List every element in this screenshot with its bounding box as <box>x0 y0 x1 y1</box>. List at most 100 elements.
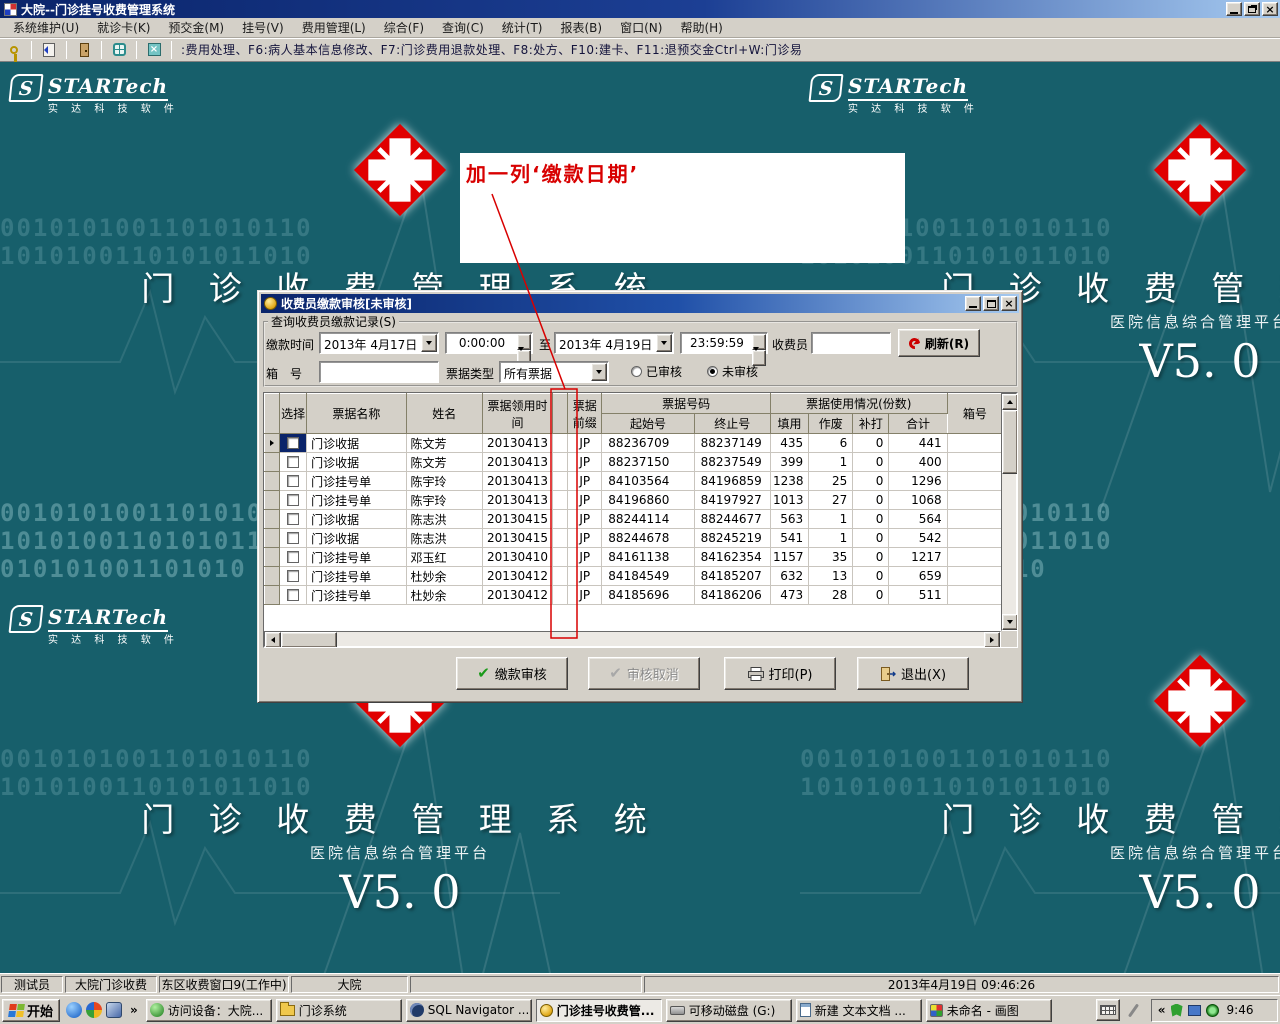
taskbar-task-notepad[interactable]: 新建 文本文档 ... <box>795 998 922 1022</box>
horizontal-scroll-thumb[interactable] <box>281 632 337 647</box>
exit-toolbar-button[interactable] <box>72 40 96 60</box>
table-row[interactable]: 门诊挂号单 陈宇玲 20130413 JP 84103564 84196859 1238 25… <box>264 471 1004 491</box>
ticket-type-combobox[interactable]: 所有票据 <box>499 361 609 383</box>
row-checkbox[interactable] <box>287 456 300 468</box>
row-checkbox[interactable] <box>287 475 300 487</box>
table-row[interactable]: 门诊挂号单 杜妙余 20130412 JP 84184549 84185207 632 13 0… <box>264 566 1004 586</box>
tray-chevron[interactable]: « <box>1158 1003 1166 1017</box>
tray-network-icon[interactable] <box>1187 1004 1201 1016</box>
vertical-scroll-thumb[interactable] <box>1002 410 1017 474</box>
menu-item-11[interactable]: 帮助(H) <box>671 17 731 38</box>
menu-item-3[interactable]: 预交金(M) <box>159 17 233 38</box>
dialog-close-button[interactable]: × <box>1001 296 1017 311</box>
time-from-spinner[interactable]: 0:00:00 <box>445 332 533 366</box>
tray-shield-icon[interactable] <box>1170 1003 1183 1017</box>
menu-item-1[interactable]: 系统维护(U) <box>4 17 88 38</box>
row-checkbox[interactable] <box>287 551 300 563</box>
column-header-total[interactable]: 合计 <box>888 413 948 434</box>
table-row[interactable]: 门诊收据 陈文芳 20130413 JP 88236709 88237149 435 6 0 44… <box>264 433 1004 453</box>
column-header-select[interactable]: 选择 <box>279 393 308 434</box>
table-row[interactable]: 门诊挂号单 陈宇玲 20130413 JP 84196860 84197927 1013 27… <box>264 490 1004 510</box>
radio-unreviewed[interactable]: 未审核 <box>707 363 758 380</box>
column-header-reprint[interactable]: 补打 <box>852 413 890 434</box>
menu-item-9[interactable]: 报表(B) <box>551 17 611 38</box>
row-checkbox[interactable] <box>287 589 300 601</box>
window-titlebar[interactable]: 大院--门诊挂号收费管理系统 × <box>0 0 1280 18</box>
dialog-titlebar[interactable]: 收费员缴款审核[未审核] × <box>261 294 1019 313</box>
column-header-person[interactable]: 姓名 <box>405 393 483 434</box>
audit-button[interactable]: ✔ 缴款审核 <box>456 657 568 690</box>
date-to-combobox[interactable]: 2013年 4月19日 <box>554 332 674 354</box>
column-header-voided[interactable]: 作废 <box>808 413 854 434</box>
taskbar-task-paint[interactable]: 未命名 - 画图 <box>925 998 1052 1022</box>
table-row[interactable]: 门诊收据 陈文芳 20130413 JP 88237150 88237549 399 1 0 40… <box>264 452 1004 472</box>
taskbar-task-fee-app[interactable]: 门诊挂号收费管... <box>535 998 662 1022</box>
scroll-right-icon[interactable] <box>984 632 1000 647</box>
row-checkbox[interactable] <box>287 494 300 506</box>
column-header-box[interactable]: 箱号 <box>946 393 1004 434</box>
radio-reviewed[interactable]: 已审核 <box>631 363 682 380</box>
box-number-input[interactable] <box>319 361 439 383</box>
row-checkbox[interactable] <box>287 437 300 449</box>
horizontal-scrollbar[interactable] <box>264 631 1001 647</box>
window-toolbar-button[interactable] <box>107 40 131 60</box>
pen-icon[interactable] <box>1127 1002 1139 1018</box>
exit-button[interactable]: 退出(X) <box>857 657 969 690</box>
minimize-button[interactable] <box>1226 2 1242 16</box>
table-row[interactable]: 门诊挂号单 杜妙余 20130412 JP 84185696 84186206 473 28 0… <box>264 585 1004 605</box>
dialog-minimize-button[interactable] <box>965 296 981 311</box>
table-row[interactable]: 门诊挂号单 邓玉红 20130410 JP 84161138 84162354 1157 35… <box>264 547 1004 567</box>
close-toolbar-button[interactable]: × <box>142 40 166 60</box>
dialog-maximize-button[interactable] <box>983 296 999 311</box>
vertical-scrollbar[interactable] <box>1001 393 1017 631</box>
column-header-end[interactable]: 终止号 <box>693 413 771 434</box>
refresh-button[interactable]: 刷新(R) <box>898 329 980 357</box>
row-checkbox[interactable] <box>287 513 300 525</box>
grid-cell: 门诊挂号单 <box>306 547 407 567</box>
menu-item-10[interactable]: 窗口(N) <box>611 17 671 38</box>
column-header-empty[interactable] <box>552 393 569 434</box>
media-player-icon[interactable] <box>86 1002 102 1018</box>
menu-item-8[interactable]: 统计(T) <box>493 17 552 38</box>
table-row[interactable]: 门诊收据 陈志洪 20130415 JP 88244678 88245219 541 1 0 54… <box>264 528 1004 548</box>
scroll-down-icon[interactable] <box>1002 614 1017 630</box>
clipboard-toolbar-button[interactable] <box>37 40 61 60</box>
column-group-number[interactable]: 票据号码 <box>601 393 771 414</box>
messenger-icon[interactable] <box>66 1002 82 1018</box>
menu-item-7[interactable]: 查询(C) <box>433 17 493 38</box>
keyboard-button[interactable] <box>1095 999 1120 1021</box>
column-header-name[interactable]: 票据名称 <box>306 393 407 434</box>
key-toolbar-button[interactable] <box>2 40 26 62</box>
column-group-usage[interactable]: 票据使用情况(份数) <box>769 393 948 414</box>
menu-item-5[interactable]: 费用管理(L) <box>293 17 375 38</box>
row-checkbox[interactable] <box>287 570 300 582</box>
close-button[interactable]: × <box>1262 2 1278 16</box>
restore-button[interactable] <box>1244 2 1260 16</box>
time-to-spinner[interactable]: 23:59:59 <box>680 332 768 366</box>
taskbar-task-folder[interactable]: 门诊系统 <box>275 998 402 1022</box>
column-header-prefix[interactable]: 票据前缀 <box>567 393 603 434</box>
chevron-down-icon[interactable] <box>591 363 607 381</box>
scroll-left-icon[interactable] <box>265 632 281 647</box>
table-row[interactable]: 门诊收据 陈志洪 20130415 JP 88244114 88244677 563 1 0 56… <box>264 509 1004 529</box>
start-button[interactable]: 开始 <box>2 998 60 1022</box>
column-header-issue-time[interactable]: 票据领用时间 <box>481 393 554 434</box>
menu-item-2[interactable]: 就诊卡(K) <box>88 17 159 38</box>
cashier-input[interactable] <box>811 332 891 354</box>
taskbar-task-device-access[interactable]: 访问设备：大院... <box>145 998 272 1022</box>
taskbar-task-removable-disk[interactable]: 可移动磁盘 (G:) <box>665 998 792 1022</box>
taskbar-task-sql-navigator[interactable]: SQL Navigator ... <box>405 998 532 1022</box>
column-header-start[interactable]: 起始号 <box>601 413 695 434</box>
row-checkbox[interactable] <box>287 532 300 544</box>
chevron-down-icon[interactable] <box>656 334 672 352</box>
menu-item-4[interactable]: 挂号(V) <box>233 17 293 38</box>
explorer-icon[interactable] <box>106 1002 122 1018</box>
scroll-up-icon[interactable] <box>1002 394 1017 410</box>
column-header-used[interactable]: 填用 <box>769 413 810 434</box>
print-button[interactable]: 打印(P) <box>724 657 836 690</box>
menu-item-6[interactable]: 综合(F) <box>375 17 433 38</box>
quicklaunch-overflow-chevron[interactable]: » <box>128 1003 140 1017</box>
chevron-down-icon[interactable] <box>421 334 437 352</box>
date-from-combobox[interactable]: 2013年 4月17日 <box>319 332 439 354</box>
tray-monitor-icon[interactable] <box>1205 1003 1219 1017</box>
